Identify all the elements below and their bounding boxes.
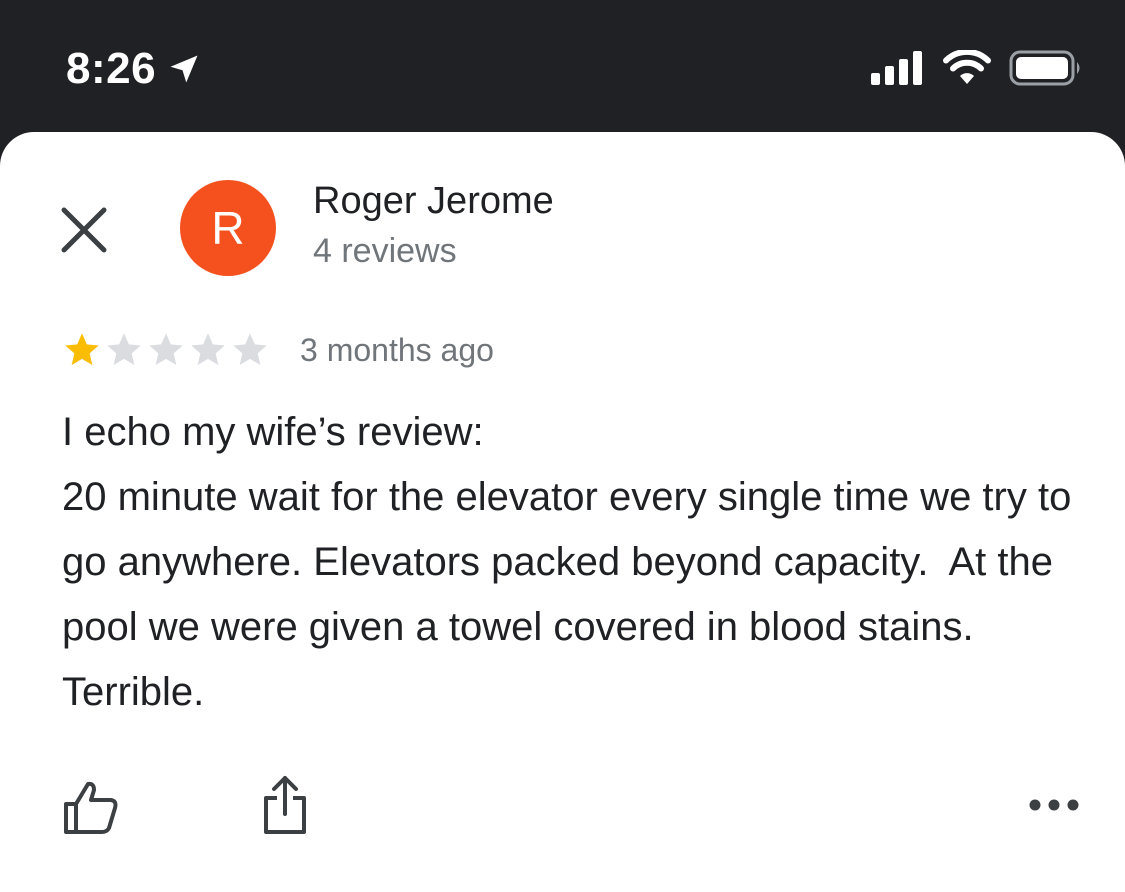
close-button[interactable] [58, 204, 110, 256]
battery-icon [1009, 50, 1080, 86]
star-empty-icon [107, 333, 141, 365]
avatar-initial: R [211, 202, 245, 254]
close-icon [61, 207, 107, 253]
review-date: 3 months ago [300, 331, 494, 368]
wifi-icon [943, 50, 991, 84]
star-empty-icon [233, 333, 267, 365]
star-rating [62, 330, 270, 370]
review-count: 4 reviews [313, 232, 457, 270]
review-card: R Roger Jerome 4 reviews 3 months ago I … [0, 132, 1125, 892]
status-bar: 8:26 [0, 0, 1125, 132]
location-arrow-icon [170, 55, 198, 83]
share-icon [264, 776, 306, 834]
status-time: 8:26 [66, 44, 157, 93]
reviewer-name[interactable]: Roger Jerome [313, 180, 554, 223]
more-horizontal-icon [1029, 799, 1079, 811]
star-empty-icon [149, 333, 183, 365]
star-empty-icon [191, 333, 225, 365]
cellular-signal-icon [871, 51, 922, 85]
like-button[interactable] [62, 778, 120, 836]
thumb-up-icon [64, 781, 118, 834]
more-options-button[interactable] [1024, 790, 1084, 820]
review-text: I echo my wife’s review: 20 minute wait … [62, 410, 1072, 714]
avatar[interactable]: R [180, 180, 276, 276]
rating-row: 3 months ago [62, 330, 494, 370]
status-indicators [871, 50, 1083, 86]
share-button[interactable] [260, 774, 310, 836]
status-time-group: 8:26 [66, 44, 202, 94]
star-filled-icon [65, 333, 99, 365]
